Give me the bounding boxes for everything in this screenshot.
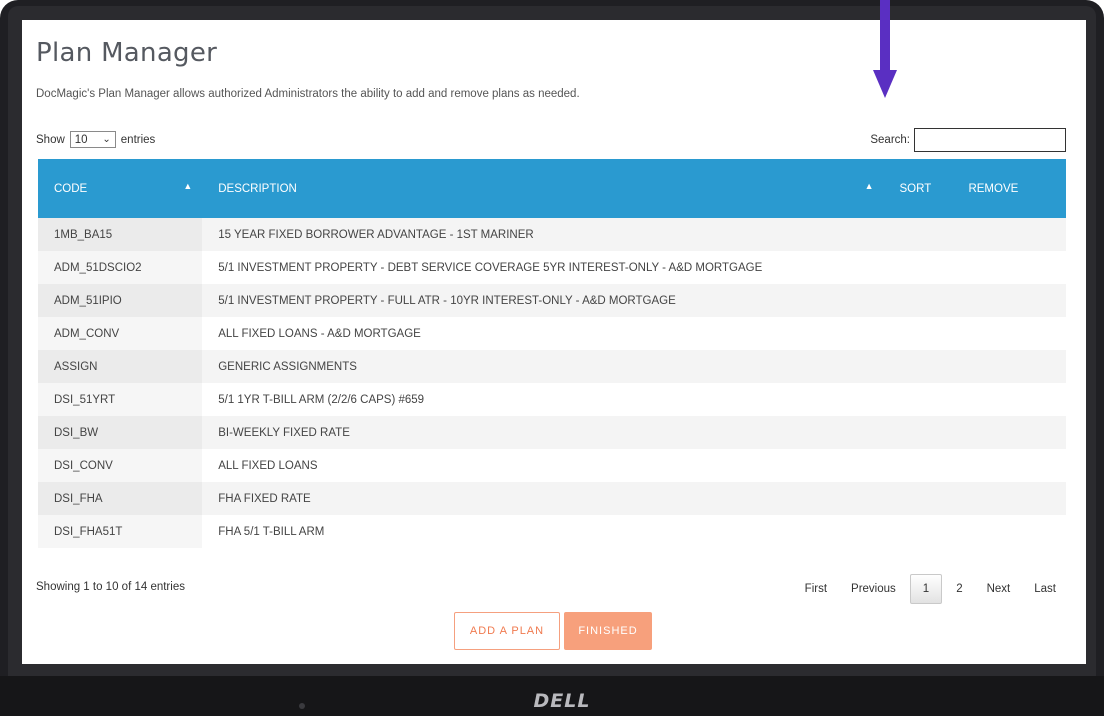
- search-filter: Search:: [870, 128, 1066, 152]
- sort-cell: [884, 383, 953, 416]
- plan-description: 5/1 1YR T-BILL ARM (2/2/6 CAPS) #659: [218, 393, 425, 406]
- pagination-page-1[interactable]: 1: [909, 574, 943, 604]
- table-row[interactable]: DSI_FHA51T FHA 5/1 T-BILL ARM: [38, 515, 1066, 548]
- pagination-previous[interactable]: Previous: [839, 577, 908, 601]
- sort-cell: [884, 251, 953, 284]
- remove-cell: [952, 317, 1066, 350]
- plan-description: 15 YEAR FIXED BORROWER ADVANTAGE - 1ST M…: [218, 228, 534, 241]
- pagination: First Previous 1 2 Next Last: [793, 574, 1068, 604]
- plan-description: FHA FIXED RATE: [218, 492, 311, 505]
- chevron-down-icon: ⌄: [102, 134, 111, 145]
- table-row[interactable]: 1MB_BA15 15 YEAR FIXED BORROWER ADVANTAG…: [38, 218, 1066, 251]
- column-header-description[interactable]: DESCRIPTION ▲: [202, 159, 883, 218]
- search-label: Search:: [870, 134, 910, 146]
- plan-code: ADM_51IPIO: [38, 284, 202, 317]
- search-input[interactable]: [914, 128, 1066, 152]
- arrow-head-icon: [873, 70, 897, 98]
- plan-code: DSI_FHA51T: [38, 515, 202, 548]
- plan-description: 5/1 INVESTMENT PROPERTY - FULL ATR - 10Y…: [218, 294, 676, 307]
- sort-cell: [884, 482, 953, 515]
- remove-cell: [952, 350, 1066, 383]
- sort-cell: [884, 284, 953, 317]
- column-label-sort: SORT: [899, 182, 932, 195]
- entries-label: entries: [120, 133, 156, 146]
- column-header-code[interactable]: CODE ▲: [38, 159, 202, 218]
- plan-description: FHA 5/1 T-BILL ARM: [218, 525, 325, 538]
- sort-cell: [884, 416, 953, 449]
- remove-cell: [952, 218, 1066, 251]
- table-info: Showing 1 to 10 of 14 entries: [36, 581, 185, 593]
- plans-table: CODE ▲ DESCRIPTION ▲ SORT REMOVE 1MB_BA1…: [38, 159, 1066, 548]
- plan-description: 5/1 INVESTMENT PROPERTY - DEBT SERVICE C…: [218, 261, 763, 274]
- column-header-sort: SORT: [884, 159, 953, 218]
- page-description: DocMagic's Plan Manager allows authorize…: [36, 88, 580, 100]
- plan-code: ADM_51DSCIO2: [38, 251, 202, 284]
- length-menu: Show 10 ⌄ entries: [36, 131, 155, 148]
- plan-code: 1MB_BA15: [38, 218, 202, 251]
- dell-logo: DELL: [533, 690, 591, 712]
- sort-cell: [884, 317, 953, 350]
- table-header-row: CODE ▲ DESCRIPTION ▲ SORT REMOVE: [38, 159, 1066, 218]
- table-row[interactable]: DSI_CONV ALL FIXED LOANS: [38, 449, 1066, 482]
- column-label-code: CODE: [54, 182, 88, 195]
- entries-select-value: 10: [74, 133, 88, 146]
- remove-cell: [952, 416, 1066, 449]
- pagination-last[interactable]: Last: [1022, 577, 1068, 601]
- pagination-first[interactable]: First: [793, 577, 839, 601]
- remove-cell: [952, 284, 1066, 317]
- finished-button[interactable]: FINISHED: [564, 612, 652, 650]
- column-header-remove: REMOVE: [952, 159, 1066, 218]
- plan-code: DSI_CONV: [38, 449, 202, 482]
- page-title: Plan Manager: [36, 38, 218, 68]
- table-row[interactable]: ADM_51IPIO 5/1 INVESTMENT PROPERTY - FUL…: [38, 284, 1066, 317]
- entries-select[interactable]: 10 ⌄: [69, 131, 116, 148]
- pagination-next[interactable]: Next: [975, 577, 1023, 601]
- plan-code: ADM_CONV: [38, 317, 202, 350]
- show-label: Show: [36, 133, 65, 146]
- plan-description: BI-WEEKLY FIXED RATE: [218, 426, 350, 439]
- remove-cell: [952, 251, 1066, 284]
- sort-cell: [884, 449, 953, 482]
- table-row[interactable]: DSI_BW BI-WEEKLY FIXED RATE: [38, 416, 1066, 449]
- sort-asc-icon: ▲: [183, 181, 193, 191]
- plan-description: ALL FIXED LOANS: [218, 459, 318, 472]
- sort-cell: [884, 350, 953, 383]
- remove-cell: [952, 383, 1066, 416]
- plan-code: ASSIGN: [38, 350, 202, 383]
- table-row[interactable]: DSI_51YRT 5/1 1YR T-BILL ARM (2/2/6 CAPS…: [38, 383, 1066, 416]
- sort-cell: [884, 515, 953, 548]
- table-row[interactable]: ASSIGN GENERIC ASSIGNMENTS: [38, 350, 1066, 383]
- column-label-remove: REMOVE: [968, 182, 1019, 195]
- pagination-page-2[interactable]: 2: [944, 577, 974, 601]
- plan-code: DSI_BW: [38, 416, 202, 449]
- remove-cell: [952, 449, 1066, 482]
- plan-code: DSI_FHA: [38, 482, 202, 515]
- plan-description: ALL FIXED LOANS - A&D MORTGAGE: [218, 327, 421, 340]
- action-buttons: ADD A PLAN FINISHED: [454, 612, 652, 650]
- column-label-description: DESCRIPTION: [218, 182, 297, 195]
- camera-icon: [299, 703, 305, 709]
- table-row[interactable]: ADM_51DSCIO2 5/1 INVESTMENT PROPERTY - D…: [38, 251, 1066, 284]
- browser-screen: Plan Manager DocMagic's Plan Manager all…: [22, 20, 1086, 664]
- sort-both-icon: ▲: [864, 181, 874, 191]
- remove-cell: [952, 515, 1066, 548]
- add-plan-button[interactable]: ADD A PLAN: [454, 612, 560, 650]
- sort-cell: [884, 218, 953, 251]
- table-row[interactable]: DSI_FHA FHA FIXED RATE: [38, 482, 1066, 515]
- plan-code: DSI_51YRT: [38, 383, 202, 416]
- remove-cell: [952, 482, 1066, 515]
- plan-description: GENERIC ASSIGNMENTS: [218, 360, 357, 373]
- arrow-down-icon: [880, 0, 890, 72]
- table-row[interactable]: ADM_CONV ALL FIXED LOANS - A&D MORTGAGE: [38, 317, 1066, 350]
